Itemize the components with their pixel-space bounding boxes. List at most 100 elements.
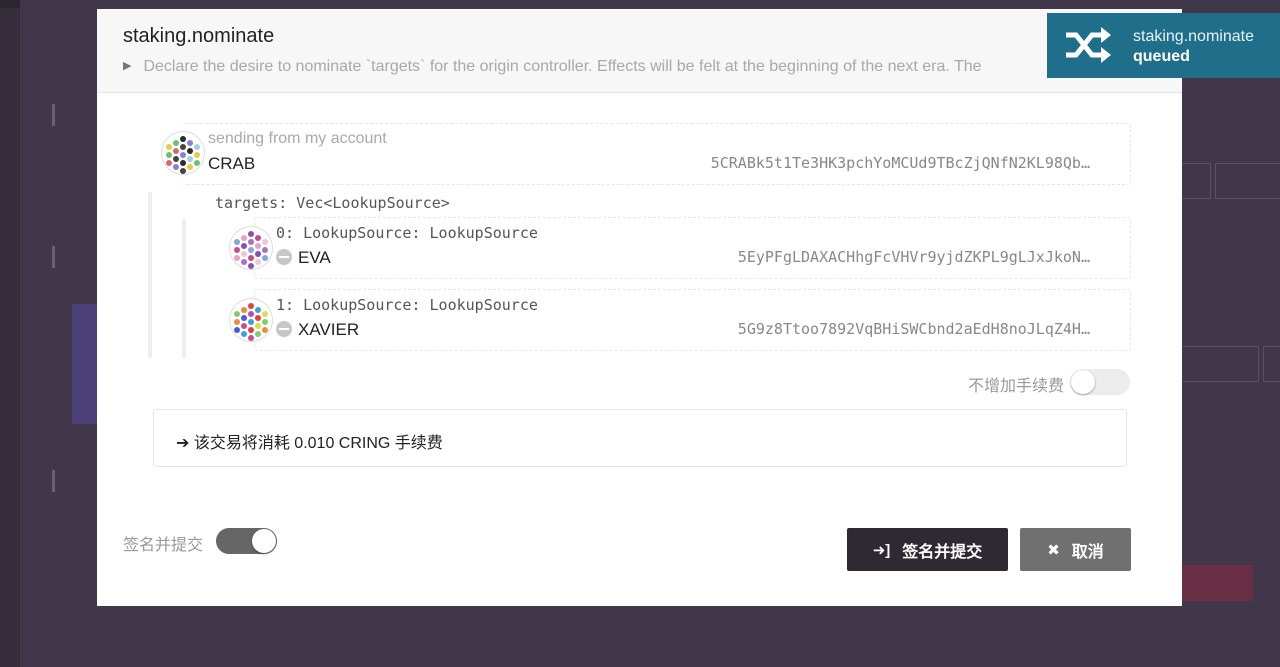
identicon-dot	[173, 148, 179, 154]
expand-triangle-icon[interactable]: ▶	[123, 59, 131, 72]
remove-icon[interactable]	[276, 249, 292, 265]
background-button	[1263, 346, 1280, 382]
identicon-dot	[187, 156, 193, 162]
background-button	[1181, 565, 1253, 601]
sender-name: CRAB	[208, 154, 256, 173]
arrow-right-icon: ➔	[176, 435, 190, 452]
identicon-dot	[248, 335, 254, 341]
identicon-dot	[262, 327, 268, 333]
target-label: 0: LookupSource: LookupSource	[276, 224, 538, 242]
sender-account-row[interactable]: sending from my account CRAB 5CRABk5t1Te…	[162, 123, 1131, 185]
identicon-dot	[180, 152, 186, 158]
background-section-marker	[52, 104, 55, 126]
target-address: 5EyPFgLDAXACHhgFcVHVr9yjdZKPL9gLJxJkoN…	[737, 248, 1090, 266]
tip-toggle[interactable]	[1070, 369, 1130, 395]
identicon-dot	[248, 263, 254, 269]
identicon-dot	[234, 319, 240, 325]
identicon-dot	[234, 327, 240, 333]
modal-header: staking.nominate ▶ Declare the desire to …	[97, 9, 1182, 93]
identicon-dot	[241, 251, 247, 257]
cancel-button[interactable]: ✖ 取消	[1020, 528, 1131, 571]
notification-title: staking.nominate	[1133, 28, 1254, 45]
identicon-dot	[262, 319, 268, 325]
identicon-dot	[255, 331, 261, 337]
identicon-dot	[241, 243, 247, 249]
account-avatar	[162, 132, 204, 174]
background-button	[1215, 163, 1280, 199]
cancel-label: 取消	[1071, 543, 1104, 561]
description-text: Declare the desire to nominate `targets`…	[143, 58, 982, 75]
identicon-dot	[241, 331, 247, 337]
identicon-dot	[180, 160, 186, 166]
identicon-dot	[255, 235, 261, 241]
identicon-dot	[255, 315, 261, 321]
params-bracket	[148, 192, 152, 358]
account-avatar	[230, 299, 272, 341]
fee-text: 该交易将消耗 0.010 CRING 手续费	[193, 435, 443, 452]
identicon-dot	[262, 255, 268, 261]
identicon-dot	[255, 259, 261, 265]
sign-toggle[interactable]	[216, 528, 277, 554]
identicon-dot	[166, 160, 172, 166]
identicon-dot	[187, 148, 193, 154]
toggle-knob	[252, 529, 276, 553]
remove-icon[interactable]	[276, 321, 292, 337]
sign-toggle-label: 签名并提交	[123, 537, 204, 554]
shuffle-icon	[1066, 27, 1111, 63]
identicon-dot	[262, 239, 268, 245]
identicon-dot	[194, 160, 200, 166]
identicon-dot	[180, 144, 186, 150]
extrinsic-modal: staking.nominate ▶ Declare the desire to …	[97, 9, 1182, 606]
notification-status: queued	[1133, 48, 1190, 65]
identicon-dot	[248, 319, 254, 325]
queued-notification[interactable]: staking.nominate queued	[1047, 13, 1280, 78]
identicon-dot	[255, 323, 261, 329]
background-button	[1181, 163, 1211, 199]
identicon-dot	[166, 144, 172, 150]
sign-and-submit-button[interactable]: ➜] 签名并提交	[847, 528, 1008, 571]
target-name-wrap: XAVIER	[276, 320, 359, 340]
identicon-dot	[248, 303, 254, 309]
background-section-marker	[52, 470, 55, 492]
target-name-wrap: EVA	[276, 248, 331, 268]
identicon-dot	[262, 311, 268, 317]
identicon-dot	[241, 323, 247, 329]
tip-toggle-label: 不增加手续费	[967, 378, 1064, 395]
identicon-dot	[248, 255, 254, 261]
identicon-dot	[262, 247, 268, 253]
fee-text-wrap: ➔ 该交易将消耗 0.010 CRING 手续费	[176, 429, 443, 453]
identicon-dot	[187, 140, 193, 146]
identicon-dot	[194, 152, 200, 158]
identicon-dot	[180, 168, 186, 174]
background-button	[1181, 346, 1259, 382]
sender-label: sending from my account	[208, 130, 387, 147]
target-row[interactable]: 1: LookupSource: LookupSource XAVIER 5G9…	[230, 289, 1131, 351]
target-row[interactable]: 0: LookupSource: LookupSource EVA 5EyPFg…	[230, 217, 1131, 279]
identicon-dot	[255, 243, 261, 249]
identicon-dot	[241, 315, 247, 321]
identicon-dot	[173, 164, 179, 170]
identicon-dot	[248, 311, 254, 317]
toggle-knob	[1071, 370, 1095, 394]
close-icon: ✖	[1047, 541, 1060, 559]
identicon-dot	[234, 239, 240, 245]
identicon-dot	[248, 231, 254, 237]
identicon-dot	[234, 311, 240, 317]
modal-description[interactable]: ▶ Declare the desire to nominate `targets…	[123, 58, 1063, 76]
identicon-dot	[255, 251, 261, 257]
identicon-dot	[173, 156, 179, 162]
targets-param-label: targets: Vec<LookupSource>	[215, 194, 450, 212]
identicon-dot	[180, 136, 186, 142]
identicon-dot	[241, 235, 247, 241]
identicon-dot	[248, 239, 254, 245]
background-sidebar	[0, 8, 20, 667]
target-address: 5G9z8Ttoo7892VqBHiSWCbnd2aEdH8noJLqZ4H…	[737, 320, 1090, 338]
target-label: 1: LookupSource: LookupSource	[276, 296, 538, 314]
targets-bracket	[182, 219, 186, 358]
target-name: XAVIER	[298, 320, 360, 339]
target-name: EVA	[298, 248, 331, 267]
account-avatar	[230, 227, 272, 269]
identicon-dot	[241, 259, 247, 265]
modal-title: staking.nominate	[123, 25, 275, 47]
identicon-dot	[194, 144, 200, 150]
